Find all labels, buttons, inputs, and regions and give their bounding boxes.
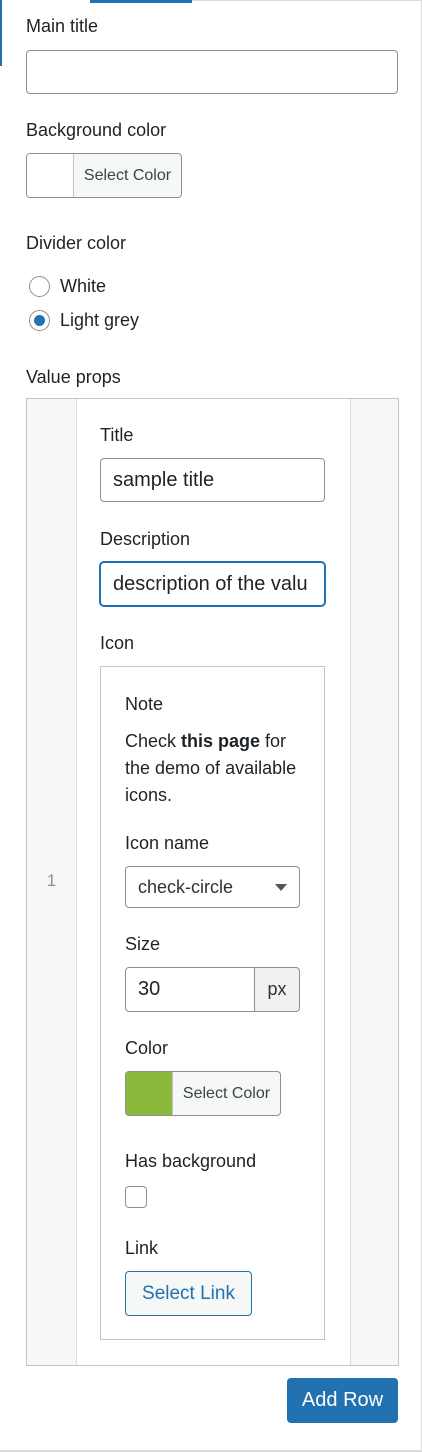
chevron-down-icon: [275, 883, 287, 891]
radio-selected-dot: [34, 315, 45, 326]
icon-name-label: Icon name: [125, 833, 210, 853]
background-color-button-label: Select Color: [83, 166, 172, 184]
divider-option-light-grey[interactable]: Light grey: [29, 310, 139, 331]
row-icon-label: Icon: [100, 633, 135, 653]
row-description-input[interactable]: [100, 562, 325, 606]
icon-color-button[interactable]: Select Color: [125, 1071, 281, 1116]
size-label: Size: [125, 934, 161, 954]
link-label: Link: [125, 1238, 159, 1258]
value-props-label: Value props: [26, 367, 121, 387]
size-input[interactable]: [125, 967, 255, 1012]
select-link-button[interactable]: Select Link: [125, 1271, 252, 1316]
divider-option-light-grey-label: Light grey: [60, 310, 140, 330]
icon-color-button-label: Select Color: [182, 1084, 271, 1102]
left-accent: [0, 0, 2, 66]
icon-name-value: check-circle: [138, 876, 234, 897]
size-unit-addon: px: [255, 967, 300, 1012]
has-background-label: Has background: [125, 1151, 257, 1171]
divider-option-white-label: White: [60, 276, 107, 296]
note-link[interactable]: this page: [181, 731, 260, 751]
icon-color-swatch: [126, 1072, 173, 1115]
row-description-label: Description: [100, 529, 191, 549]
row-title-input[interactable]: [100, 458, 325, 502]
has-background-checkbox[interactable]: [125, 1186, 147, 1208]
divider-option-white[interactable]: White: [29, 276, 106, 297]
row-handle[interactable]: 1: [27, 399, 77, 1365]
radio-white[interactable]: [29, 276, 50, 297]
background-color-button[interactable]: Select Color: [26, 153, 182, 198]
background-color-label: Background color: [26, 120, 167, 140]
row-index: 1: [46, 871, 57, 890]
main-title-label: Main title: [26, 16, 99, 36]
note-heading: Note: [125, 694, 164, 714]
icon-color-label: Color: [125, 1038, 169, 1058]
row-actions: [350, 399, 399, 1365]
top-border: [192, 0, 422, 1]
active-tab-indicator: [90, 0, 192, 3]
add-row-button[interactable]: Add Row: [287, 1378, 398, 1423]
background-color-swatch: [27, 154, 74, 197]
main-title-input[interactable]: [26, 50, 398, 94]
note-text: Check this page for the demo of availabl…: [125, 728, 315, 809]
row-title-label: Title: [100, 425, 134, 445]
icon-name-select[interactable]: check-circle: [125, 866, 300, 908]
divider-color-label: Divider color: [26, 233, 127, 253]
note-text-before: Check: [125, 731, 182, 751]
radio-light-grey[interactable]: [29, 310, 50, 331]
